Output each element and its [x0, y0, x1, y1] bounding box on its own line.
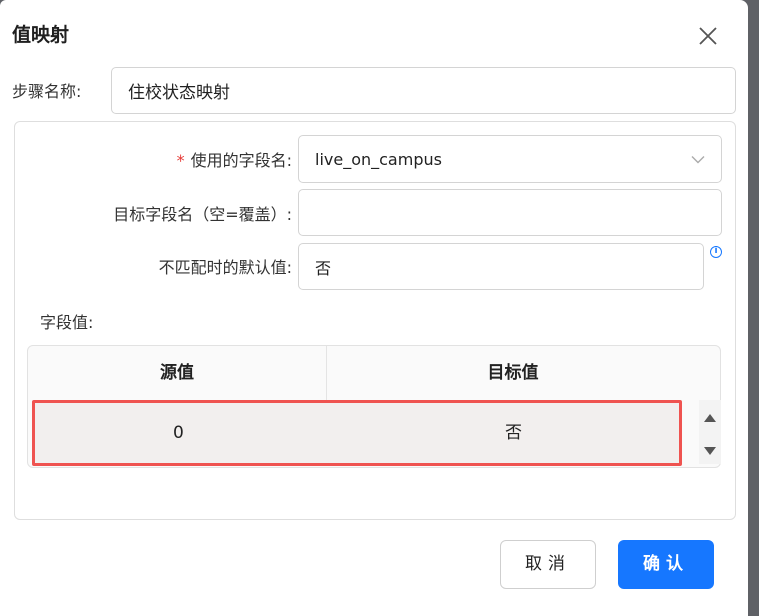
- step-name-input[interactable]: 住校状态映射: [111, 67, 736, 114]
- field-values-label: 字段值:: [40, 313, 94, 332]
- chevron-down-icon: [691, 150, 705, 169]
- field-name-value: live_on_campus: [315, 149, 442, 169]
- dialog-title: 值映射: [12, 24, 70, 46]
- column-header-target: 目标值: [487, 363, 539, 383]
- table-header: 源值 目标值: [28, 346, 720, 400]
- default-value-value: 否: [315, 258, 332, 278]
- target-field-label: 目标字段名（空=覆盖）:: [113, 205, 292, 224]
- default-value-label: 不匹配时的默认值:: [158, 258, 292, 277]
- info-icon[interactable]: i: [710, 246, 722, 258]
- default-value-input[interactable]: 否: [298, 243, 704, 290]
- table-scrollbar[interactable]: [699, 400, 721, 464]
- field-name-label: * 使用的字段名:: [177, 147, 292, 171]
- column-header-source: 源值: [28, 346, 327, 400]
- step-name-label: 步骤名称:: [12, 82, 82, 101]
- required-mark: *: [176, 151, 185, 170]
- close-icon[interactable]: [696, 24, 720, 48]
- cancel-button[interactable]: 取消: [500, 540, 596, 589]
- field-name-label-text: 使用的字段名:: [190, 151, 292, 170]
- field-name-select[interactable]: live_on_campus: [298, 135, 722, 183]
- step-name-value: 住校状态映射: [128, 83, 230, 103]
- value-mapping-dialog: 值映射 步骤名称: 住校状态映射 * 使用的字段名: live_on_campus…: [0, 0, 748, 616]
- selected-row-highlight: [32, 400, 682, 466]
- confirm-button[interactable]: 确认: [618, 540, 714, 589]
- target-field-input[interactable]: [298, 189, 722, 236]
